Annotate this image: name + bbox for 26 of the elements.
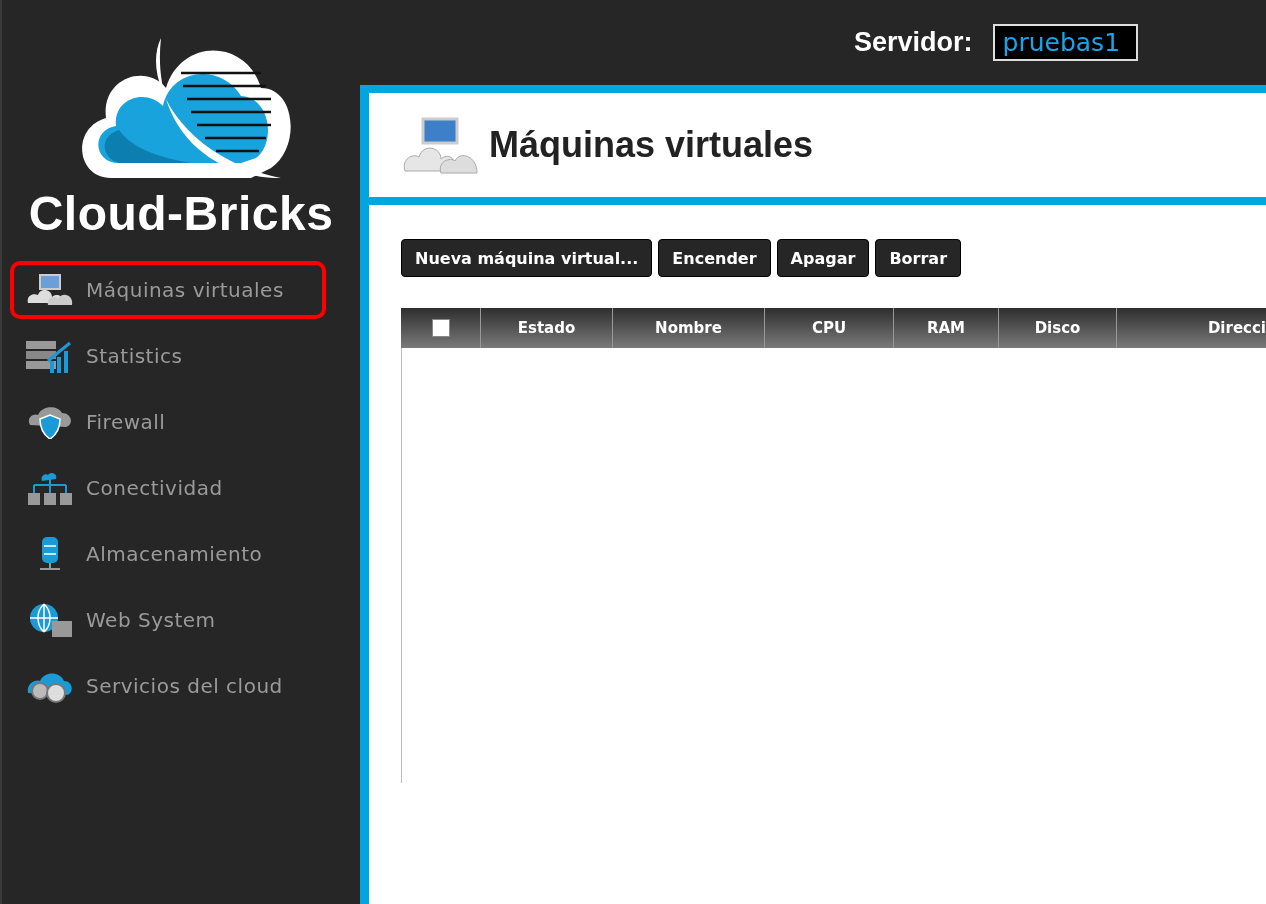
computer-clouds-icon	[26, 273, 74, 307]
toolbar-button[interactable]: Borrar	[875, 239, 962, 277]
toolbar-button[interactable]: Nueva máquina virtual...	[401, 239, 653, 277]
toolbar-button[interactable]: Apagar	[776, 239, 870, 277]
select-all-checkbox[interactable]	[431, 319, 450, 337]
computer-clouds-icon	[401, 115, 481, 175]
server-label: Servidor:	[854, 27, 973, 58]
sidebar-item[interactable]: Statistics	[10, 327, 310, 385]
server-field[interactable]: pruebas1	[992, 24, 1138, 61]
sidebar-item[interactable]: Conectividad	[10, 459, 310, 517]
network-servers-icon	[26, 471, 74, 505]
cloud-shield-icon	[26, 405, 74, 439]
column-header[interactable]: Direcci	[1207, 319, 1266, 337]
page-title: Máquinas virtuales	[489, 124, 814, 166]
logo-text: Cloud-Bricks	[28, 186, 334, 241]
sidebar-item[interactable]: Almacenamiento	[10, 525, 310, 583]
sidebar-item[interactable]: Web System	[10, 591, 310, 649]
column-header[interactable]: Estado	[517, 319, 576, 337]
toolbar-button[interactable]: Encender	[658, 239, 771, 277]
column-header[interactable]: Nombre	[655, 319, 722, 337]
column-header[interactable]: RAM	[926, 319, 966, 337]
column-header[interactable]: Disco	[1034, 319, 1081, 337]
sidebar-item[interactable]: Servicios del cloud	[10, 657, 310, 715]
sidebar-item[interactable]: Máquinas virtuales	[10, 261, 326, 319]
sidebar-item[interactable]: Firewall	[10, 393, 310, 451]
column-header[interactable]: CPU	[811, 319, 847, 337]
